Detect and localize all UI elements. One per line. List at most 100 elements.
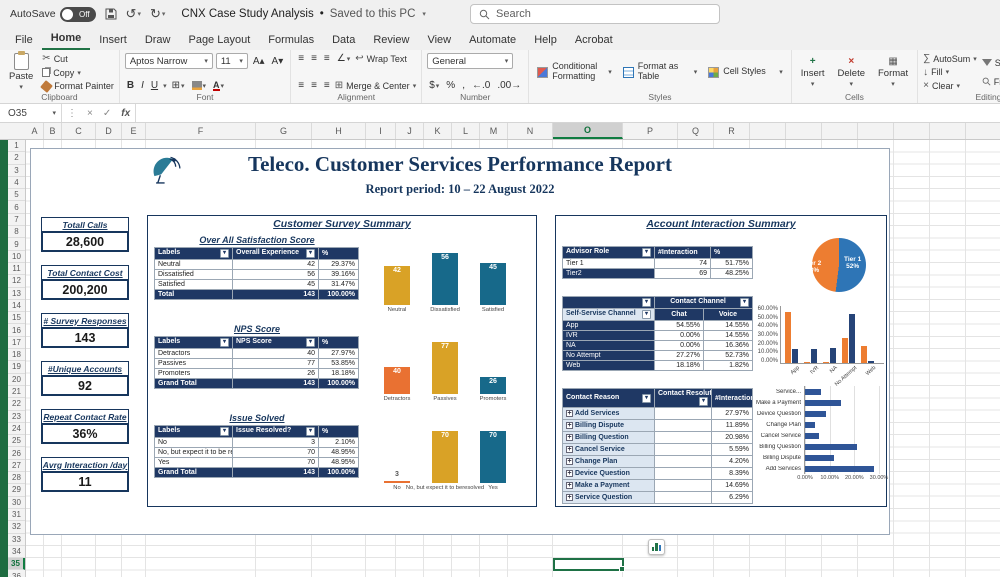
wrap-text-button[interactable]: ↩ Wrap Text <box>355 53 407 64</box>
filter-dropdown-icon[interactable]: ▾ <box>642 310 651 319</box>
row-header-11[interactable]: 11 <box>8 263 25 276</box>
row-header-4[interactable]: 4 <box>8 177 25 190</box>
align-center-icon[interactable]: ≡ <box>309 80 319 91</box>
undo-icon[interactable]: ↺ ▾ <box>126 6 141 22</box>
row-header-16[interactable]: 16 <box>8 324 25 337</box>
tab-page-layout[interactable]: Page Layout <box>179 31 259 50</box>
name-box[interactable]: O35 ▾ <box>0 104 62 122</box>
row-header-23[interactable]: 23 <box>8 411 25 423</box>
tab-draw[interactable]: Draw <box>136 31 180 50</box>
bold-button[interactable]: B <box>125 80 136 91</box>
row-header-28[interactable]: 28 <box>8 472 25 485</box>
percent-icon[interactable]: % <box>444 80 457 91</box>
column-header-a[interactable]: A <box>26 123 44 139</box>
fill-color-icon[interactable]: ▾ <box>190 81 209 90</box>
fill-button[interactable]: ↓ Fill ▾ <box>923 67 977 78</box>
column-header[interactable] <box>786 123 822 139</box>
paste-button[interactable]: Paste ▾ <box>5 51 37 91</box>
comma-style-icon[interactable]: , <box>460 80 467 91</box>
align-middle-icon[interactable]: ≡ <box>309 53 319 64</box>
row-header-14[interactable]: 14 <box>8 300 25 313</box>
survey-table[interactable]: Labels ▾ Overall Experience ▾% Neutral 42 29.3… <box>154 247 359 300</box>
row-header-35[interactable]: 35 <box>8 558 25 571</box>
tab-home[interactable]: Home <box>41 29 91 50</box>
filter-dropdown-icon[interactable]: ▾ <box>642 248 651 257</box>
column-header-g[interactable]: G <box>256 123 312 139</box>
filter-dropdown-icon[interactable]: ▾ <box>642 298 651 307</box>
expand-icon[interactable]: + <box>566 422 573 429</box>
expand-icon[interactable]: + <box>566 434 573 441</box>
filter-dropdown-icon[interactable]: ▾ <box>740 298 749 307</box>
delete-cells-button[interactable]: × Delete ▾ <box>834 53 869 91</box>
column-header-o[interactable]: O <box>553 123 623 139</box>
row-header-5[interactable]: 5 <box>8 189 25 202</box>
selected-cell[interactable] <box>553 558 625 572</box>
sheet-grid[interactable]: Teleco. Customer Services Performance Re… <box>26 140 1000 577</box>
tab-automate[interactable]: Automate <box>460 31 525 50</box>
enter-icon[interactable]: ✓ <box>98 108 116 119</box>
align-right-icon[interactable]: ≡ <box>322 80 332 91</box>
formula-input[interactable] <box>135 104 1000 122</box>
quick-analysis-button[interactable] <box>648 539 665 555</box>
row-header-29[interactable]: 29 <box>8 484 25 497</box>
row-header-19[interactable]: 19 <box>8 361 25 374</box>
row-headers[interactable]: 1 2 3 4 5 6 7 8 9 10 11 12 13 14 15 16 17 18 19 20 21 22 23 24 2… <box>8 140 26 577</box>
tab-view[interactable]: View <box>418 31 460 50</box>
column-chart[interactable]: 3 70 70 No No, but expect it to beresolved Ye… <box>360 425 530 499</box>
row-header-31[interactable]: 31 <box>8 509 25 522</box>
expand-icon[interactable]: + <box>566 482 573 489</box>
document-title[interactable]: CNX Case Study Analysis • Saved to this … <box>181 8 426 20</box>
row-header-17[interactable]: 17 <box>8 337 25 350</box>
insert-cells-button[interactable]: + Insert ▾ <box>797 53 829 91</box>
row-header-34[interactable]: 34 <box>8 546 25 559</box>
row-header-9[interactable]: 9 <box>8 238 25 251</box>
column-header-h[interactable]: H <box>312 123 366 139</box>
format-painter-button[interactable]: Format Painter <box>40 79 114 93</box>
tab-acrobat[interactable]: Acrobat <box>566 31 622 50</box>
format-cells-button[interactable]: ▦ Format ▾ <box>874 53 912 91</box>
tab-data[interactable]: Data <box>323 31 364 50</box>
column-header-r[interactable]: R <box>714 123 750 139</box>
column-header-n[interactable]: N <box>508 123 553 139</box>
expand-icon[interactable]: + <box>566 470 573 477</box>
expand-icon[interactable]: + <box>566 494 573 501</box>
column-header-k[interactable]: K <box>424 123 452 139</box>
row-header-7[interactable]: 7 <box>8 214 25 227</box>
increase-decimal-icon[interactable]: ←.0 <box>470 80 492 91</box>
row-header-8[interactable]: 8 <box>8 226 25 239</box>
orientation-icon[interactable]: ∠ ▾ <box>335 53 352 64</box>
row-header-13[interactable]: 13 <box>8 288 25 300</box>
column-chart[interactable]: 40 77 26 Detractors Passives Promoters <box>360 336 530 410</box>
copy-button[interactable]: Copy ▾ <box>42 68 114 78</box>
row-header-33[interactable]: 33 <box>8 534 25 546</box>
filter-dropdown-icon[interactable]: ▾ <box>306 427 315 436</box>
filter-dropdown-icon[interactable]: ▾ <box>220 338 229 347</box>
column-header-d[interactable]: D <box>96 123 122 139</box>
channel-table[interactable]: ▾ Contact Channel ▾ Self-Servise Channel ▾ Ch… <box>562 296 753 371</box>
sort-filter-button[interactable]: Sort & Filter▾ <box>981 58 1000 68</box>
column-header-p[interactable]: P <box>623 123 678 139</box>
row-header-12[interactable]: 12 <box>8 275 25 288</box>
decrease-font-icon[interactable]: A▾ <box>270 56 286 67</box>
row-header-3[interactable]: 3 <box>8 165 25 177</box>
increase-font-icon[interactable]: A▴ <box>251 56 267 67</box>
column-header-e[interactable]: E <box>122 123 146 139</box>
row-header-15[interactable]: 15 <box>8 312 25 325</box>
row-header-1[interactable]: 1 <box>8 140 25 153</box>
autosave-toggle[interactable]: AutoSave Off <box>10 6 96 22</box>
row-header-20[interactable]: 20 <box>8 374 25 386</box>
expand-icon[interactable]: + <box>566 410 573 417</box>
column-header-i[interactable]: I <box>366 123 396 139</box>
filter-dropdown-icon[interactable]: ▾ <box>220 427 229 436</box>
row-header-10[interactable]: 10 <box>8 251 25 263</box>
autosum-button[interactable]: ∑ AutoSum ▾ <box>923 53 977 64</box>
advisor-pie-chart[interactable]: Tier 2 48% Tier 1 52% <box>802 238 882 300</box>
align-left-icon[interactable]: ≡ <box>296 80 306 91</box>
survey-table[interactable]: Labels ▾ Issue Resolved? ▾% No 3 2.10% No, but … <box>154 425 359 478</box>
column-header-c[interactable]: C <box>62 123 96 139</box>
channel-bar-chart[interactable]: 60.00% 50.00% 40.00% 30.00% 20.00% 10.00% 0.00… <box>754 306 884 388</box>
conditional-formatting-button[interactable]: Conditional Formatting ▾ <box>534 53 615 91</box>
column-header[interactable] <box>930 123 966 139</box>
column-headers[interactable]: ABCDEFGHIJKLMNOPQR <box>0 123 1000 140</box>
format-as-table-button[interactable]: Format as Table ▾ <box>620 53 701 91</box>
